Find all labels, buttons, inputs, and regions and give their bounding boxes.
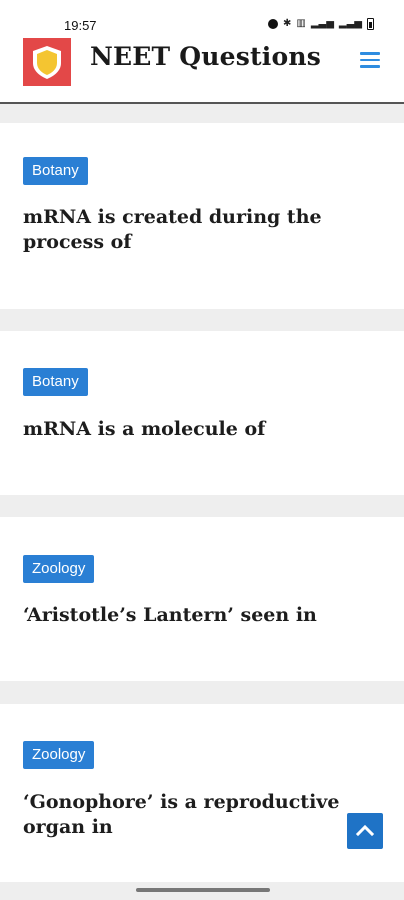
post-title-line: process of bbox=[23, 231, 132, 253]
site-title[interactable]: NEET Questions bbox=[90, 42, 321, 71]
app-header: NEET Questions bbox=[0, 34, 404, 104]
status-time: 19:57 bbox=[64, 18, 97, 33]
shield-logo-icon[interactable] bbox=[23, 38, 71, 86]
post-title[interactable]: ‘Gonophore’ is a reproductive organ in bbox=[23, 790, 353, 840]
post-title-line: mRNA is created during the bbox=[23, 206, 322, 228]
post-card: Zoology ‘Aristotle’s Lantern’ seen in bbox=[0, 517, 404, 681]
post-title[interactable]: mRNA is a molecule of bbox=[23, 417, 353, 442]
status-bar: 19:57 ✱ ▥ ▂▃▅ ▂▃▅ bbox=[0, 0, 404, 34]
category-badge[interactable]: Zoology bbox=[23, 741, 95, 769]
category-badge[interactable]: Botany bbox=[23, 368, 88, 396]
hamburger-menu-icon[interactable] bbox=[360, 52, 380, 70]
post-title-line: organ in bbox=[23, 816, 113, 838]
volte-icon: ▥ bbox=[296, 18, 306, 29]
status-icons: ✱ ▥ ▂▃▅ ▂▃▅ bbox=[268, 18, 374, 30]
alarm-icon bbox=[268, 19, 278, 29]
category-badge[interactable]: Zoology bbox=[23, 555, 95, 583]
category-badge[interactable]: Botany bbox=[23, 157, 88, 185]
wifi-signal-icon: ▂▃▅ bbox=[338, 18, 362, 29]
signal-icon: ▂▃▅ bbox=[310, 18, 334, 29]
post-card: Botany mRNA is created during the proces… bbox=[0, 123, 404, 309]
scroll-to-top-button[interactable] bbox=[347, 813, 383, 849]
post-card: Zoology ‘Gonophore’ is a reproductive or… bbox=[0, 704, 404, 882]
post-title-line: ‘Aristotle’s Lantern’ seen in bbox=[23, 604, 317, 626]
battery-icon bbox=[367, 18, 374, 30]
chevron-up-icon bbox=[355, 824, 375, 837]
post-title-line: mRNA is a molecule of bbox=[23, 418, 266, 440]
home-indicator[interactable] bbox=[136, 888, 270, 892]
post-title[interactable]: ‘Aristotle’s Lantern’ seen in bbox=[23, 603, 353, 628]
post-title[interactable]: mRNA is created during the process of bbox=[23, 205, 353, 255]
post-card: Botany mRNA is a molecule of bbox=[0, 331, 404, 495]
bluetooth-icon: ✱ bbox=[283, 18, 292, 29]
post-title-line: ‘Gonophore’ is a reproductive bbox=[23, 791, 340, 813]
